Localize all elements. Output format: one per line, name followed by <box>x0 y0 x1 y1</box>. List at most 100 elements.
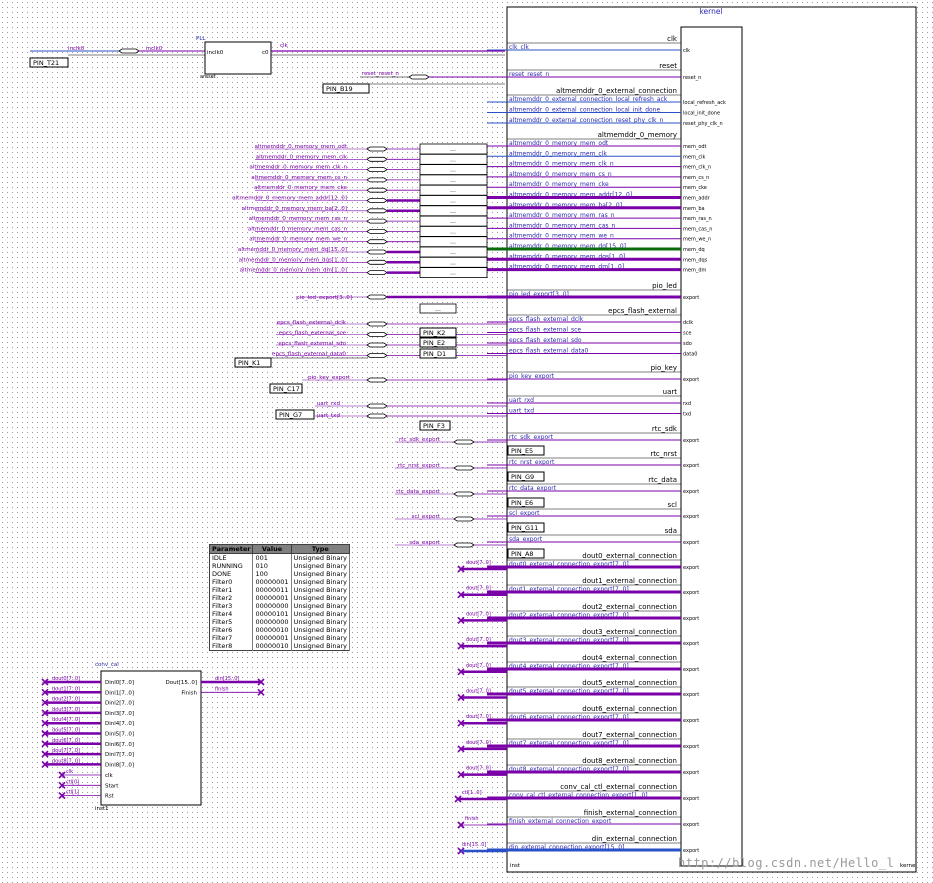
mem-io-dots: ... <box>450 239 456 246</box>
conv-cal-in-net: dout7[7..0] <box>52 748 80 754</box>
epcs-connector <box>366 332 388 337</box>
param-type-cell: Unsigned Binary <box>291 610 350 618</box>
conv-cal-in-port: Dinl7[7..0] <box>105 752 134 758</box>
group-header-dout3_external_connection: dout3_external_connection <box>582 628 677 636</box>
parameter-row: Filter8 00000010 Unsigned Binary <box>209 642 350 651</box>
port-right-label: export <box>683 489 699 495</box>
group-header-dout4_external_connection: dout4_external_connection <box>582 654 677 662</box>
dout-net-label: dout[7..0] <box>466 586 491 592</box>
rst-net: reset_reset_n <box>362 71 399 77</box>
ctl-net-label: ctl[1..0] <box>462 790 482 796</box>
pin-e2-label: PIN_E2 <box>423 339 445 347</box>
conv-cal-out-net: finish <box>215 686 228 692</box>
epcs-connector <box>366 353 388 358</box>
mem-io-dots: ... <box>450 198 456 205</box>
parameter-row: Filter1 00000011 Unsigned Binary <box>209 586 350 594</box>
dout-net-label: dout[7..0] <box>466 714 491 720</box>
param-value-cell: 00000101 <box>252 610 292 618</box>
mem-io-dots: ... <box>450 208 456 215</box>
conv-cal-in-net: dout8[7..0] <box>52 758 80 764</box>
param-name-cell: RUNNING <box>209 562 254 570</box>
conv-cal-ctl-port: Start <box>105 783 119 789</box>
param-col-header: Parameter <box>208 544 254 554</box>
parameter-row: RUNNING 010 Unsigned Binary <box>209 562 350 570</box>
parameter-row: Filter0 00000001 Unsigned Binary <box>209 578 350 586</box>
pin-g7-label: PIN_G7 <box>279 411 302 419</box>
port-right-label: export <box>683 796 699 802</box>
mem-connector <box>366 167 388 173</box>
param-name-cell: Filter1 <box>209 586 254 594</box>
group-header-dout5_external_connection: dout5_external_connection <box>582 679 677 687</box>
group-header-epcs_flash_external: epcs_flash_external <box>608 307 677 315</box>
mem-io-dots: ... <box>450 146 456 153</box>
parameter-row: Filter3 00000000 Unsigned Binary <box>209 602 350 610</box>
param-type-cell: Unsigned Binary <box>291 586 350 594</box>
conv-cal-in-port: Dinl4[7..0] <box>105 721 134 727</box>
kernel-core <box>680 26 743 867</box>
param-type-cell: Unsigned Binary <box>291 618 350 626</box>
mem-connector <box>366 259 388 265</box>
group-header-uart: uart <box>663 388 678 396</box>
conv-cal-ctl-net: ctl[1] <box>66 790 79 796</box>
port-right-label: mem_dq <box>683 247 705 253</box>
param-type-cell: Unsigned Binary <box>291 626 350 634</box>
param-type-cell: Unsigned Binary <box>291 578 350 586</box>
port-right-label: mem_dqs <box>683 257 708 263</box>
conv-cal-in-port: Dinl0[7..0] <box>105 680 134 686</box>
pin-sda-label: PIN_A8 <box>511 550 534 558</box>
param-value-cell: 001 <box>252 553 292 562</box>
port-right-label: mem_ba <box>683 206 705 212</box>
port-right-label: mem_addr <box>683 196 711 202</box>
din-net-label: din[15..0] <box>462 842 486 848</box>
param-name-cell: Filter3 <box>209 602 254 610</box>
conv-cal-in-net: dout0[7..0] <box>52 676 80 682</box>
pin-rtc_sdk-label: PIN_E5 <box>511 447 533 455</box>
mem-connector <box>366 177 388 183</box>
group-header-dout6_external_connection: dout6_external_connection <box>582 705 677 713</box>
type-col-header: Type <box>290 544 350 554</box>
conv-cal-out-port: Dout[15..0] <box>165 680 197 686</box>
mem-connector <box>366 156 388 162</box>
conv-cal-in-net: dout6[7..0] <box>52 738 80 744</box>
value-col-header: Value <box>252 544 292 554</box>
param-value-cell: 00000010 <box>252 642 292 651</box>
param-name-cell: IDLE <box>209 553 254 562</box>
param-type-cell: Unsigned Binary <box>291 553 350 562</box>
conv-cal-title: conv_cal <box>95 662 119 668</box>
mem-io-dots: ... <box>450 218 456 225</box>
mem-io-dots: ... <box>450 270 456 277</box>
port-right-label: export <box>683 295 699 301</box>
conv-cal-out-net: din[15..0] <box>215 676 239 682</box>
mem-io-dots: ... <box>450 228 456 235</box>
mem-io-dots: ... <box>450 167 456 174</box>
param-value-cell: 00000000 <box>252 618 292 626</box>
port-right-label: mem_ras_n <box>683 216 712 222</box>
group-header-altmemddr_0_memory: altmemddr_0_memory <box>598 131 677 139</box>
conv-cal-in-net: dout5[7..0] <box>52 728 80 734</box>
pin-d1-label: PIN_D1 <box>423 350 446 358</box>
dout-net-label: dout[7..0] <box>466 611 491 617</box>
dout-net-label: dout[7..0] <box>466 663 491 669</box>
rst-connector <box>408 74 430 80</box>
conv-cal-in-port: Dinl5[7..0] <box>105 732 134 738</box>
port-right-label: export <box>683 438 699 444</box>
epcs-net-label: epcs_flash_external_dclk <box>277 320 347 326</box>
rtc-connector-rtc_data <box>453 491 475 497</box>
mem-connector <box>366 208 388 214</box>
pll-areset-port: areset <box>200 74 216 80</box>
port-right-label: export <box>683 848 699 854</box>
conv-cal-in-port: Dinl8[7..0] <box>105 762 134 768</box>
param-name-cell: Filter4 <box>209 610 254 618</box>
pll-net: inclk0 <box>146 46 163 52</box>
conv-cal-out-port: Finish <box>181 690 197 696</box>
port-right-label: export <box>683 565 699 571</box>
mem-io-dots: ... <box>450 187 456 194</box>
group-header-din_external_connection: din_external_connection <box>592 835 677 843</box>
group-header-dout8_external_connection: dout8_external_connection <box>582 757 677 765</box>
conv-cal-in-net: dout1[7..0] <box>52 686 80 692</box>
group-header-dout1_external_connection: dout1_external_connection <box>582 577 677 585</box>
port-right-label: sdo <box>683 341 692 347</box>
group-header-finish_external_connection: finish_external_connection <box>584 809 677 817</box>
led-pin-dots: ... <box>435 306 441 313</box>
pll-title: PLL <box>196 36 206 42</box>
